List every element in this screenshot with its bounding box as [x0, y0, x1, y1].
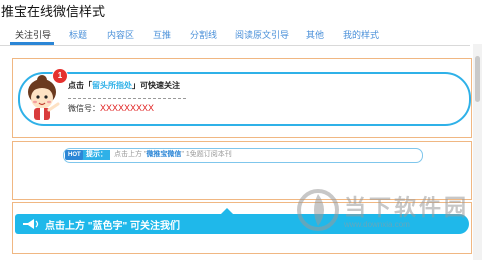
- tab-bar: 关注引导 标题 内容区 互推 分割线 阅读原文引导 其他 我的样式: [0, 23, 470, 46]
- tab-my-styles[interactable]: 我的样式: [343, 28, 379, 41]
- scrollbar-thumb[interactable]: [475, 56, 480, 102]
- tab-follow-guide[interactable]: 关注引导: [15, 28, 51, 41]
- active-tab-indicator: [10, 42, 54, 45]
- tab-content-area[interactable]: 内容区: [107, 28, 134, 41]
- watermark-url: www.downxia.com: [344, 220, 410, 229]
- tab-mutual-push[interactable]: 互推: [153, 28, 171, 41]
- tip-pill: HOT 提示： 点击上方 "微推宝微信" 1免题订阅本刊: [63, 148, 423, 163]
- site-watermark: 当下软件园 www.downxia.com: [296, 186, 466, 241]
- megaphone-icon: [23, 219, 39, 229]
- wechat-id-value: XXXXXXXXX: [100, 103, 155, 113]
- tab-read-original[interactable]: 阅读原文引导: [235, 28, 289, 41]
- vertical-scrollbar[interactable]: [473, 44, 482, 260]
- tab-other[interactable]: 其他: [306, 28, 324, 41]
- wechat-id-label: 微信号：: [68, 104, 100, 113]
- style-template-follow-card[interactable]: 1 点击「留头所指处」可快速关注 微信号：XXXXXXXXX: [12, 58, 472, 138]
- follow-instruction-suffix: 」可快速关注: [132, 81, 180, 90]
- tip-text-before: 点击上方 ": [114, 151, 147, 158]
- tip-text-after: " 1免题订阅本刊: [181, 151, 232, 158]
- notification-badge: 1: [52, 68, 68, 84]
- dashed-divider: [68, 98, 186, 99]
- tip-text: 点击上方 "微推宝微信" 1免题订阅本刊: [114, 150, 232, 160]
- follow-card-frame: 1 点击「留头所指处」可快速关注 微信号：XXXXXXXXX: [18, 68, 471, 126]
- follow-instruction: 点击「留头所指处」可快速关注: [68, 80, 186, 91]
- app-title: 推宝在线微信样式: [1, 4, 106, 19]
- banner-text: 点击上方 "蓝色字" 可关注我们: [45, 221, 181, 232]
- follow-card-text: 点击「留头所指处」可快速关注 微信号：XXXXXXXXX: [68, 80, 186, 114]
- banner-notch: [221, 208, 233, 214]
- tab-divider[interactable]: 分割线: [190, 28, 217, 41]
- follow-instruction-highlight: 留头所指处: [92, 81, 132, 90]
- hot-tag: HOT: [65, 150, 84, 160]
- watermark-logo-icon: [297, 189, 339, 231]
- tip-text-highlight: 微推宝微信: [146, 151, 182, 158]
- watermark-title: 当下软件园: [344, 195, 470, 220]
- follow-instruction-prefix: 点击「: [68, 81, 92, 90]
- tip-label: 提示：: [83, 150, 110, 160]
- tab-title[interactable]: 标题: [69, 28, 87, 41]
- wechat-id-row: 微信号：XXXXXXXXX: [68, 103, 186, 114]
